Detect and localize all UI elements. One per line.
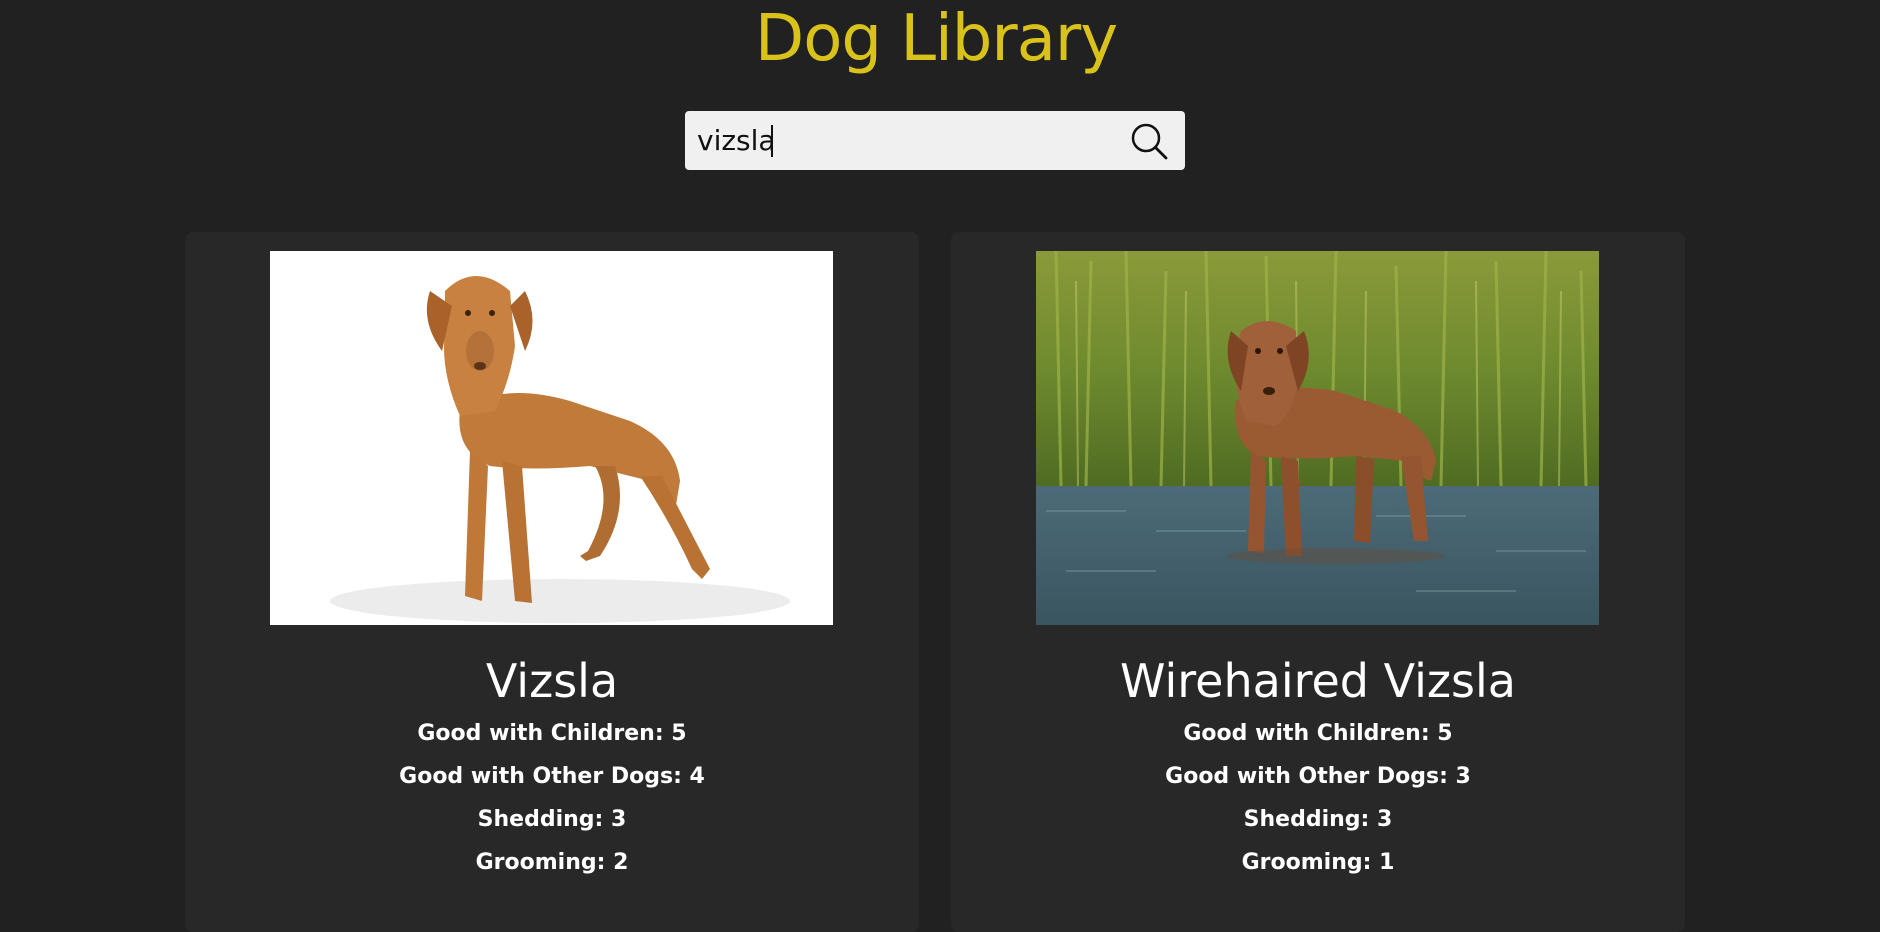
stat-good-with-children: Good with Children: 5 bbox=[1183, 721, 1453, 746]
dog-stats: Good with Children: 5 Good with Other Do… bbox=[185, 712, 919, 884]
search-icon bbox=[1131, 123, 1168, 160]
page-title: Dog Library bbox=[754, 2, 1118, 76]
stat-good-with-other-dogs: Good with Other Dogs: 3 bbox=[1165, 764, 1471, 789]
stat-shedding: Shedding: 3 bbox=[477, 807, 627, 832]
stat-good-with-children: Good with Children: 5 bbox=[417, 721, 687, 746]
text-caret bbox=[771, 125, 773, 157]
stat-good-with-other-dogs: Good with Other Dogs: 4 bbox=[399, 764, 705, 789]
search-bar bbox=[685, 111, 1185, 170]
stat-grooming: Grooming: 2 bbox=[475, 850, 629, 875]
stat-shedding: Shedding: 3 bbox=[1243, 807, 1393, 832]
dog-card[interactable]: Vizsla Good with Children: 5 Good with O… bbox=[185, 232, 919, 932]
dog-name: Wirehaired Vizsla bbox=[1120, 654, 1516, 708]
dog-stats: Good with Children: 5 Good with Other Do… bbox=[951, 712, 1685, 884]
stat-grooming: Grooming: 1 bbox=[1241, 850, 1395, 875]
dog-name: Vizsla bbox=[485, 654, 619, 708]
search-button[interactable] bbox=[1125, 117, 1173, 165]
wirehaired-vizsla-photo bbox=[1036, 251, 1599, 625]
search-input[interactable] bbox=[697, 111, 1117, 170]
vizsla-photo bbox=[270, 251, 833, 625]
dog-card[interactable]: Wirehaired Vizsla Good with Children: 5 … bbox=[951, 232, 1685, 932]
